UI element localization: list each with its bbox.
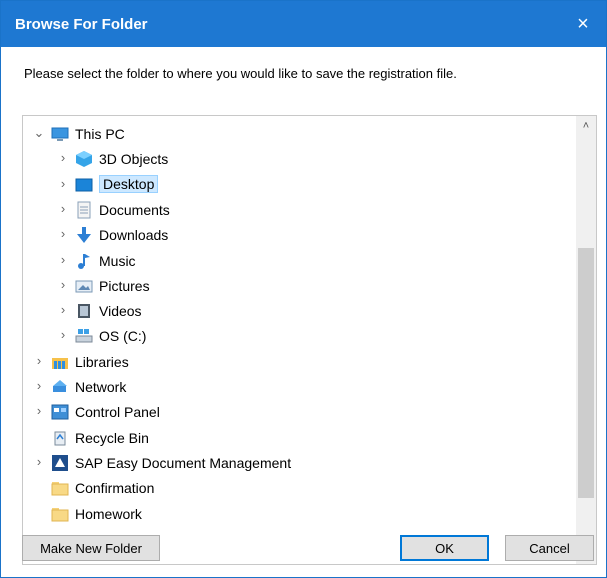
- sap-icon: [51, 454, 69, 472]
- chevron-right-icon[interactable]: ›: [57, 277, 69, 292]
- tree-item-label: Documents: [99, 201, 170, 218]
- browse-for-folder-dialog: Browse For Folder × Please select the fo…: [0, 0, 607, 578]
- window-title: Browse For Folder: [15, 16, 148, 33]
- tree-item-label: Downloads: [99, 227, 169, 244]
- network-icon: [51, 378, 69, 396]
- dialog-content: Please select the folder to where you wo…: [1, 47, 606, 577]
- control-panel-icon: [51, 403, 69, 421]
- scroll-up-icon[interactable]: ˄: [576, 116, 596, 136]
- tree-item-label: OS (C:): [99, 328, 147, 345]
- chevron-right-icon[interactable]: ›: [33, 378, 45, 393]
- folder-icon: [51, 479, 69, 497]
- folder-tree-items: ⌄ This PC › 3D Objects › Desktop › Documents › Do…: [23, 116, 576, 564]
- tree-item[interactable]: › Desktop: [23, 173, 576, 197]
- tree-item-label: This PC: [75, 126, 125, 142]
- instruction-text: Please select the folder to where you wo…: [24, 66, 457, 81]
- close-icon[interactable]: ×: [560, 1, 606, 47]
- recycle-bin-icon: [51, 429, 69, 447]
- pictures-icon: [75, 277, 93, 295]
- chevron-right-icon[interactable]: ›: [57, 252, 69, 267]
- 3d-objects-icon: [75, 150, 93, 168]
- title-bar[interactable]: Browse For Folder ×: [1, 1, 606, 47]
- tree-item[interactable]: › Network: [23, 375, 576, 399]
- tree-item[interactable]: › Documents: [23, 198, 576, 222]
- tree-item-label: Control Panel: [75, 404, 160, 421]
- tree-item-label: SAP Easy Document Management: [75, 454, 292, 471]
- chevron-right-icon[interactable]: ›: [57, 226, 69, 241]
- desktop-icon: [75, 176, 93, 194]
- tree-item[interactable]: › Control Panel: [23, 400, 576, 424]
- chevron-right-icon[interactable]: ›: [57, 302, 69, 317]
- tree-item-label: Videos: [99, 303, 142, 320]
- tree-item[interactable]: › Videos: [23, 299, 576, 323]
- make-new-folder-button[interactable]: Make New Folder: [22, 535, 160, 561]
- downloads-icon: [75, 226, 93, 244]
- documents-icon: [75, 201, 93, 219]
- tree-item[interactable]: ⌄ This PC: [23, 122, 576, 146]
- scrollbar-thumb[interactable]: [578, 248, 594, 498]
- tree-item[interactable]: › 3D Objects: [23, 147, 576, 171]
- chevron-right-icon[interactable]: ›: [33, 454, 45, 469]
- drive-icon: [75, 327, 93, 345]
- tree-item-label: Network: [75, 379, 127, 395]
- tree-item-label: Desktop: [99, 174, 159, 193]
- folder-icon: [51, 505, 69, 523]
- tree-item-label: Homework: [75, 505, 142, 522]
- tree-item[interactable]: Confirmation: [23, 476, 576, 500]
- tree-item[interactable]: › Libraries: [23, 350, 576, 374]
- tree-item[interactable]: Homework: [23, 502, 576, 526]
- tree-item[interactable]: › Downloads: [23, 223, 576, 247]
- cancel-button[interactable]: Cancel: [505, 535, 594, 561]
- tree-item[interactable]: › Music: [23, 249, 576, 273]
- chevron-right-icon[interactable]: ›: [57, 150, 69, 165]
- tree-item[interactable]: › OS (C:): [23, 324, 576, 348]
- this-pc-icon: [51, 125, 69, 143]
- tree-item[interactable]: › Pictures: [23, 274, 576, 298]
- tree-item[interactable]: Recycle Bin: [23, 426, 576, 450]
- vertical-scrollbar[interactable]: ˄ ˅: [576, 116, 596, 564]
- chevron-right-icon[interactable]: ›: [57, 201, 69, 216]
- chevron-right-icon[interactable]: ›: [57, 176, 69, 191]
- tree-item[interactable]: › SAP Easy Document Management: [23, 451, 576, 475]
- tree-item-label: 3D Objects: [99, 151, 169, 168]
- ok-button[interactable]: OK: [400, 535, 489, 561]
- tree-item-label: Recycle Bin: [75, 429, 149, 446]
- chevron-down-icon[interactable]: ⌄: [33, 125, 45, 141]
- chevron-right-icon[interactable]: ›: [33, 403, 45, 418]
- videos-icon: [75, 302, 93, 320]
- libraries-icon: [51, 353, 69, 371]
- music-icon: [75, 252, 93, 270]
- chevron-right-icon[interactable]: ›: [57, 327, 69, 342]
- tree-item-label: Music: [99, 252, 136, 269]
- chevron-right-icon[interactable]: ›: [33, 353, 45, 368]
- folder-tree[interactable]: ⌄ This PC › 3D Objects › Desktop › Documents › Do…: [22, 115, 597, 565]
- tree-item-label: Pictures: [99, 277, 150, 294]
- tree-item-label: Confirmation: [75, 480, 155, 497]
- tree-item-label: Libraries: [75, 353, 129, 370]
